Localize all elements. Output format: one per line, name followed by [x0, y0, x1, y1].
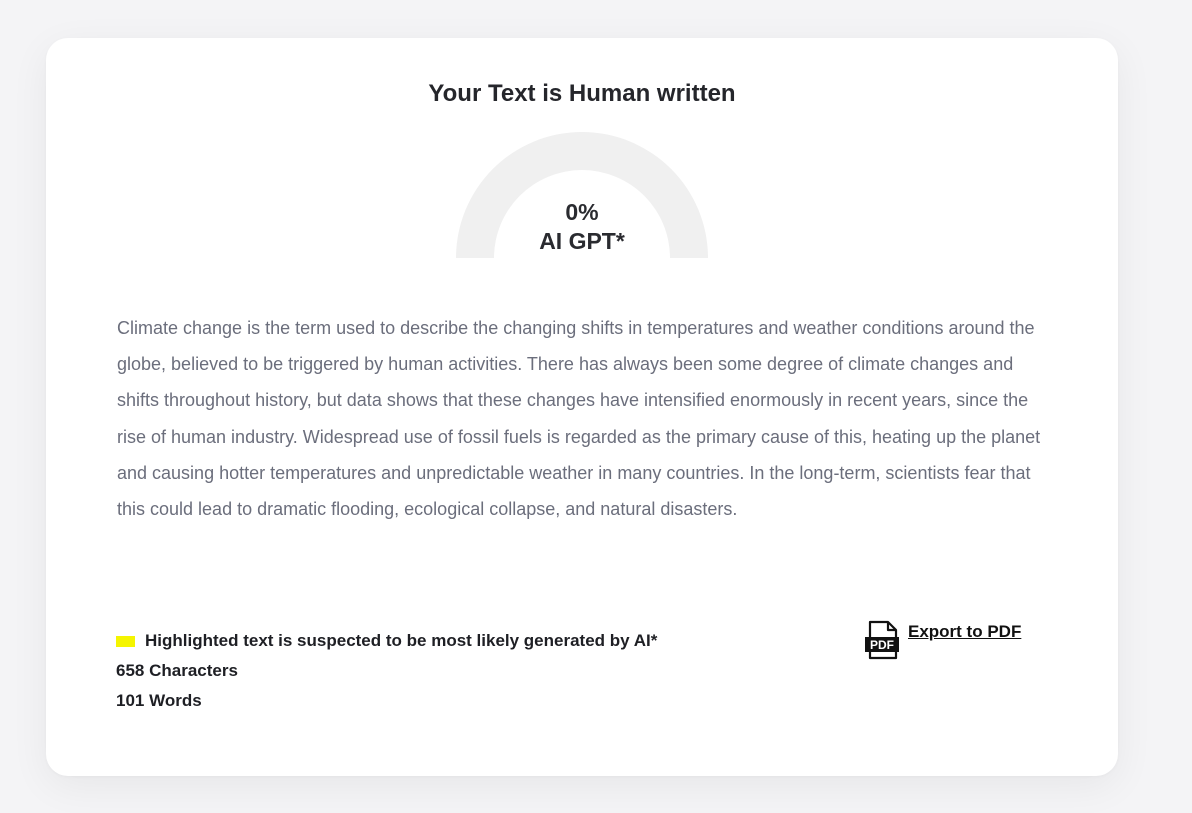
pdf-icon: PDF [865, 620, 899, 660]
result-title: Your Text is Human written [428, 80, 736, 107]
gauge-percent: 0% [565, 199, 599, 225]
export-pdf-button[interactable]: PDF Export to PDF [864, 620, 1021, 660]
character-count: 658 Characters [116, 661, 238, 680]
gauge-label: AI GPT* [539, 228, 625, 254]
ai-score-gauge: 0% AI GPT* [456, 132, 708, 258]
gauge-readout: 0% AI GPT* [456, 198, 708, 256]
word-count: 101 Words [116, 691, 202, 710]
highlight-note: Highlighted text is suspected to be most… [145, 631, 658, 650]
svg-text:PDF: PDF [870, 638, 894, 652]
highlight-swatch [116, 635, 135, 647]
result-card: Your Text is Human written 0% AI GPT* Cl… [46, 38, 1118, 776]
export-pdf-label[interactable]: Export to PDF [908, 622, 1021, 642]
highlight-legend-row: Highlighted text is suspected to be most… [116, 626, 657, 656]
analyzed-text: Climate change is the term used to descr… [117, 318, 1041, 520]
result-legend: Highlighted text is suspected to be most… [116, 626, 657, 716]
